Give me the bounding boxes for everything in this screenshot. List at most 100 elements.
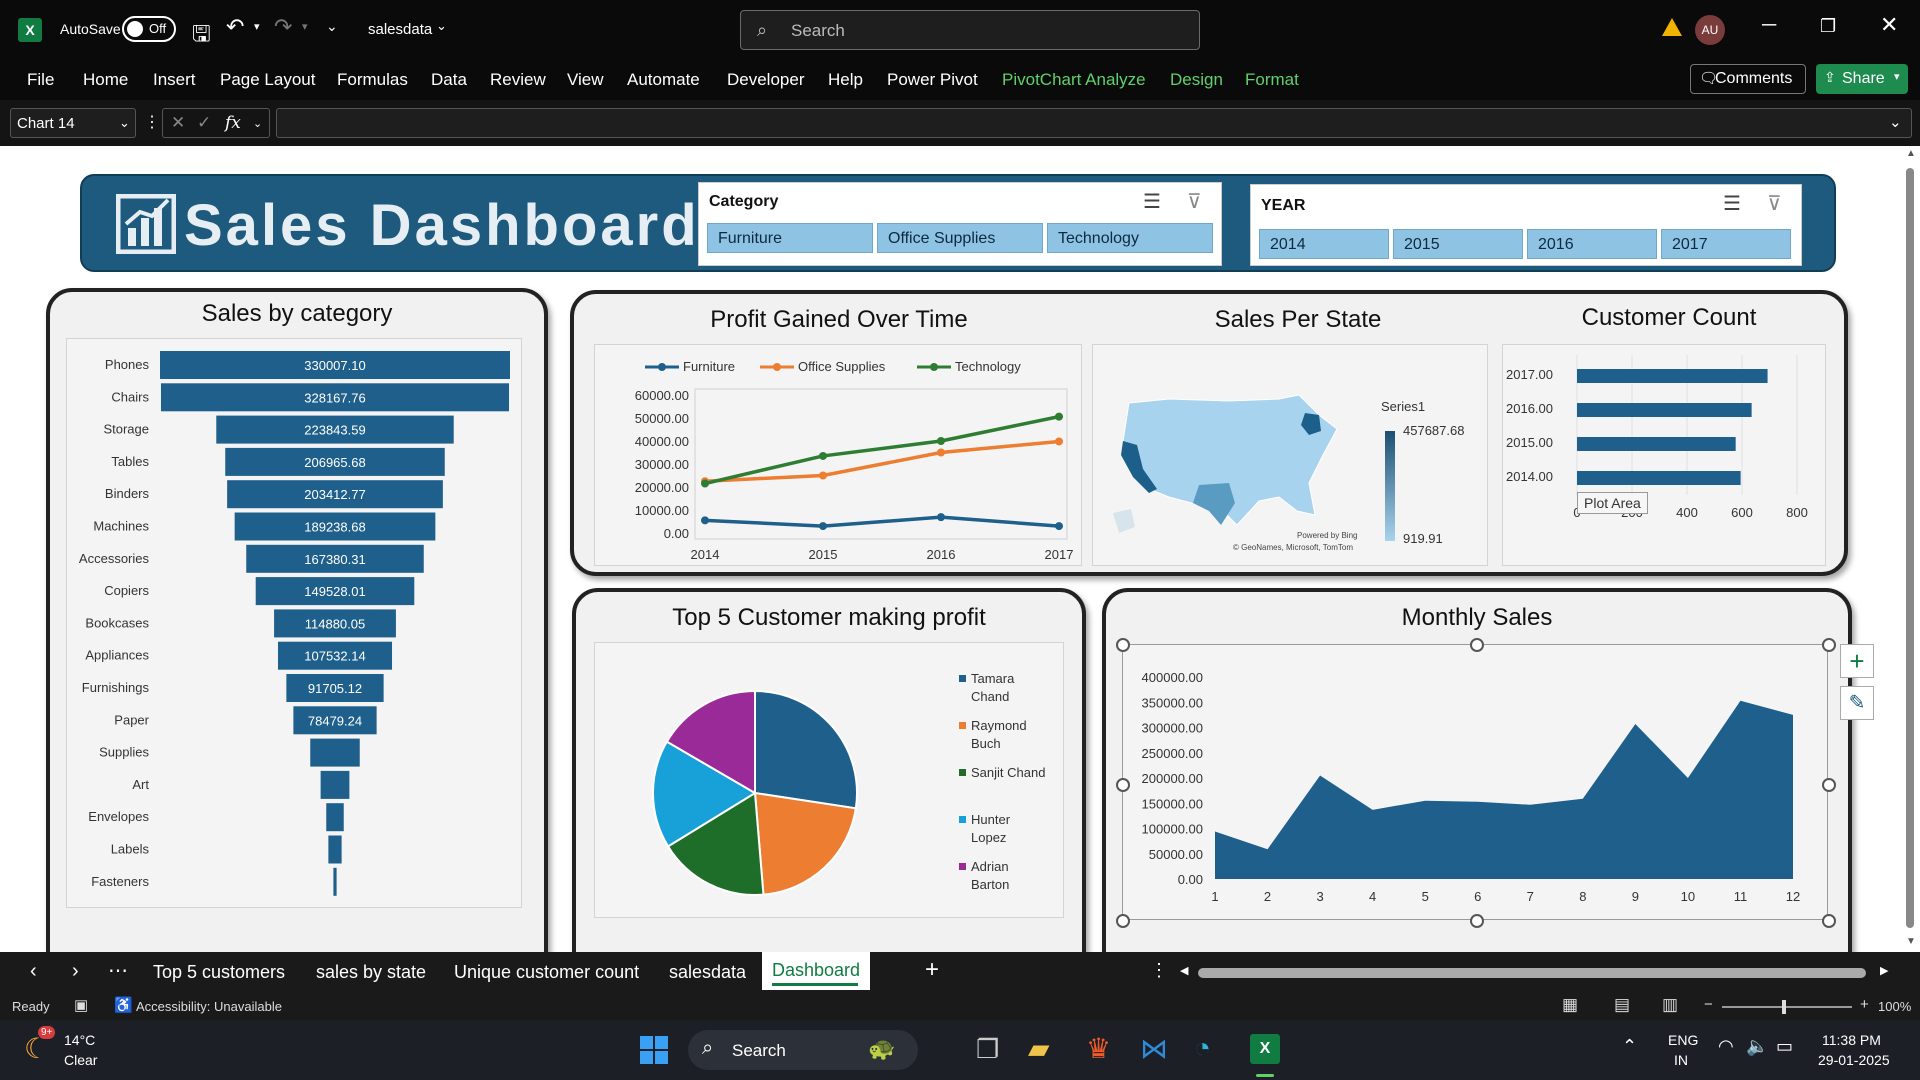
hscroll-right-icon[interactable]: ▶ xyxy=(1880,964,1888,977)
slicer-item-2017[interactable]: 2017 xyxy=(1661,229,1791,259)
taskbar-search[interactable]: ⌕ Search 🐢 xyxy=(688,1030,918,1070)
tab-insert[interactable]: Insert xyxy=(153,70,196,90)
comments-button[interactable]: 🗨 Comments xyxy=(1690,64,1806,94)
tab-formulas[interactable]: Formulas xyxy=(337,70,408,90)
multi-select-icon[interactable]: ☰ xyxy=(1723,191,1741,216)
expand-formula-icon[interactable]: ⌄ xyxy=(1889,113,1902,131)
formula-input[interactable]: ⌄ xyxy=(276,108,1912,138)
slicer-item-2014[interactable]: 2014 xyxy=(1259,229,1389,259)
save-icon[interactable]: 🖫 xyxy=(192,17,211,55)
file-explorer-icon[interactable]: ▰ xyxy=(1028,1032,1050,1065)
zoom-in-icon[interactable]: + xyxy=(1860,996,1869,1013)
sheet-tab-dashboard[interactable]: Dashboard xyxy=(762,952,870,990)
chart-styles-button[interactable]: ✎ xyxy=(1840,686,1874,720)
redo-dropdown-icon[interactable]: ▾ xyxy=(302,20,308,33)
insert-function-icon[interactable]: fx xyxy=(225,113,241,133)
lang-in[interactable]: IN xyxy=(1674,1052,1688,1068)
start-icon[interactable] xyxy=(640,1036,668,1064)
filename[interactable]: salesdata xyxy=(368,21,432,38)
tab-data[interactable]: Data xyxy=(431,70,467,90)
hscroll-left-icon[interactable]: ◀ xyxy=(1180,964,1188,977)
slicer-item-2015[interactable]: 2015 xyxy=(1393,229,1523,259)
excel-taskbar-icon[interactable]: X xyxy=(1250,1034,1280,1064)
tab-review[interactable]: Review xyxy=(490,70,546,90)
weather-widget[interactable]: ☾ 9+ 14°C Clear xyxy=(22,1026,142,1072)
avatar[interactable]: AU xyxy=(1695,15,1725,45)
more-sheets-icon[interactable]: ⋯ xyxy=(108,958,128,983)
vertical-scrollbar[interactable]: ▲ ▼ xyxy=(1900,146,1920,952)
tab-developer[interactable]: Developer xyxy=(727,70,805,90)
scroll-down-icon[interactable]: ▼ xyxy=(1906,936,1916,947)
tab-help[interactable]: Help xyxy=(828,70,863,90)
page-layout-view-icon[interactable]: ▤ xyxy=(1614,995,1630,1015)
tab-view[interactable]: View xyxy=(567,70,604,90)
tab-automate[interactable]: Automate xyxy=(627,70,700,90)
clear-filter-icon[interactable]: ⊽ xyxy=(1187,189,1202,214)
profit-plot[interactable]: 0.00 10000.00 20000.00 30000.00 40000.00 5000… xyxy=(594,344,1082,566)
prev-sheet-icon[interactable]: ‹ xyxy=(30,960,37,983)
resize-handle[interactable] xyxy=(1116,638,1130,652)
zoom-slider[interactable] xyxy=(1722,1000,1852,1014)
tray-overflow-icon[interactable]: ⌃ xyxy=(1622,1036,1637,1057)
category-slicer[interactable]: Category ☰ ⊽ Furniture Office Supplies T… xyxy=(698,182,1222,266)
warning-icon[interactable] xyxy=(1662,18,1682,36)
resize-handle[interactable] xyxy=(1822,638,1836,652)
slicer-item-furniture[interactable]: Furniture xyxy=(707,223,873,253)
top5-plot[interactable]: Tamara Chand Raymond Buch Sanjit Chand Hunter… xyxy=(594,642,1064,918)
edge-icon[interactable]: ◔ xyxy=(1194,1032,1211,1064)
add-sheet-icon[interactable]: + xyxy=(925,956,939,984)
redo-icon[interactable]: ↷ xyxy=(274,14,292,40)
sheet-tab-sales-by-state[interactable]: sales by state xyxy=(316,962,426,983)
tab-pivotchart-analyze[interactable]: PivotChart Analyze xyxy=(1002,70,1146,90)
resize-handle[interactable] xyxy=(1470,914,1484,928)
wifi-icon[interactable]: ◠ xyxy=(1718,1036,1734,1057)
customer-plot[interactable]: 02004006008002017.002016.002015.002014.0… xyxy=(1502,344,1826,566)
tab-format[interactable]: Format xyxy=(1245,70,1299,90)
autosave-toggle[interactable]: Off xyxy=(122,16,176,42)
tab-page-layout[interactable]: Page Layout xyxy=(220,70,315,90)
clear-filter-icon[interactable]: ⊽ xyxy=(1767,191,1782,216)
cancel-icon[interactable]: ✕ xyxy=(171,113,185,133)
tab-file[interactable]: File xyxy=(27,70,54,90)
slicer-item-office-supplies[interactable]: Office Supplies xyxy=(877,223,1043,253)
sales-by-category-plot[interactable]: Phones 330007.10 Chairs 328167.76 Storage 223… xyxy=(66,338,522,908)
resize-handle[interactable] xyxy=(1822,914,1836,928)
share-button[interactable]: ⇪ Share ▾ xyxy=(1816,64,1908,94)
lang-eng[interactable]: ENG xyxy=(1668,1032,1698,1048)
macro-record-icon[interactable]: ▣ xyxy=(74,996,88,1014)
resize-handle[interactable] xyxy=(1116,778,1130,792)
name-box[interactable]: Chart 14 ⌄ xyxy=(10,108,136,138)
minimize-icon[interactable]: ─ xyxy=(1762,14,1776,37)
clock-time[interactable]: 11:38 PM xyxy=(1822,1032,1881,1048)
monthly-plot[interactable]: 0.00 50000.00 100000.00 150000.00 200000.00 2… xyxy=(1122,644,1828,920)
volume-icon[interactable]: 🔈 xyxy=(1746,1036,1768,1057)
customize-qat-icon[interactable]: ⌄ xyxy=(326,18,338,35)
resize-handle[interactable] xyxy=(1116,914,1130,928)
more-icon[interactable]: ⋮ xyxy=(144,112,160,132)
filename-chevron-icon[interactable]: ⌄ xyxy=(436,18,447,34)
multi-select-icon[interactable]: ☰ xyxy=(1143,189,1161,214)
vscode-icon[interactable]: ⋈ xyxy=(1140,1032,1168,1065)
horizontal-scroll-thumb[interactable] xyxy=(1198,968,1866,978)
close-icon[interactable]: ✕ xyxy=(1880,12,1898,38)
zoom-thumb[interactable] xyxy=(1782,1000,1786,1014)
task-view-icon[interactable]: ❐ xyxy=(976,1034,999,1065)
restore-icon[interactable]: ❐ xyxy=(1820,16,1836,37)
undo-icon[interactable]: ↶ xyxy=(226,14,244,40)
page-break-view-icon[interactable]: ▥ xyxy=(1662,995,1678,1015)
sheet-tab-top5[interactable]: Top 5 customers xyxy=(153,962,285,983)
accessibility-icon[interactable]: ♿ xyxy=(114,996,133,1014)
tab-power-pivot[interactable]: Power Pivot xyxy=(887,70,978,90)
normal-view-icon[interactable]: ▦ xyxy=(1562,995,1578,1015)
undo-dropdown-icon[interactable]: ▾ xyxy=(254,20,260,33)
slicer-item-2016[interactable]: 2016 xyxy=(1527,229,1657,259)
sheet-tab-salesdata[interactable]: salesdata xyxy=(669,962,746,983)
brave-icon[interactable]: ♛ xyxy=(1086,1032,1111,1065)
accessibility-status[interactable]: Accessibility: Unavailable xyxy=(136,999,282,1014)
year-slicer[interactable]: YEAR ☰ ⊽ 2014 2015 2016 2017 xyxy=(1250,184,1802,266)
battery-icon[interactable]: ▭ xyxy=(1776,1036,1793,1057)
tab-options-icon[interactable]: ⋮ xyxy=(1150,960,1168,981)
enter-icon[interactable]: ✓ xyxy=(197,113,211,133)
zoom-level[interactable]: 100% xyxy=(1878,999,1911,1014)
zoom-out-icon[interactable]: − xyxy=(1704,996,1713,1013)
